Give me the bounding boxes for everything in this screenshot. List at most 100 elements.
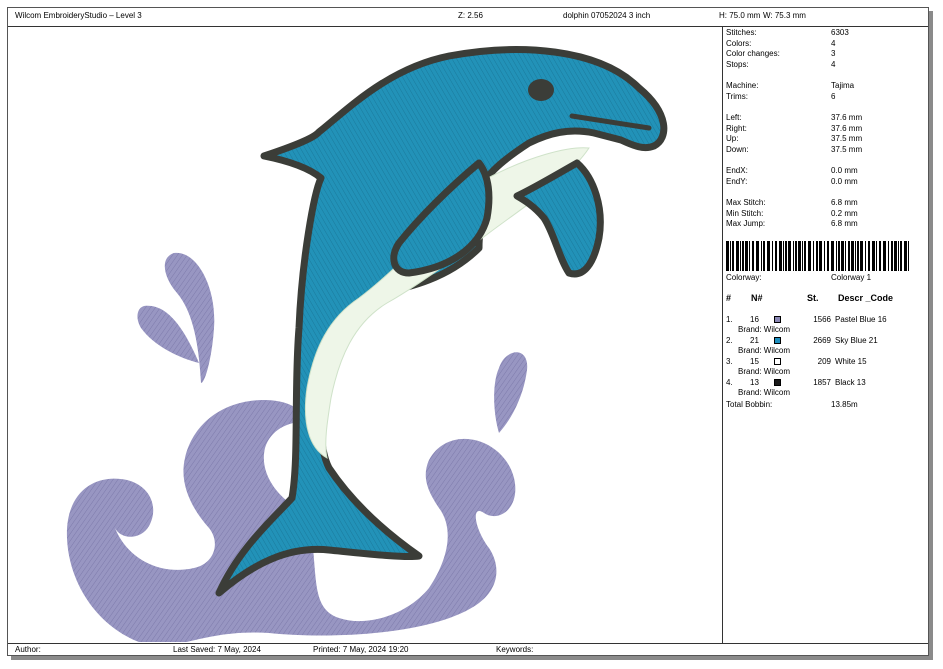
thread-index: 1. <box>726 315 733 324</box>
thread-color-swatch <box>774 379 781 386</box>
stitches-label: Stitches: <box>726 28 757 37</box>
machine-label: Machine: <box>726 81 759 90</box>
thread-brand: Brand: Wilcom <box>738 367 791 376</box>
thread-index: 3. <box>726 357 733 366</box>
barcode-bar <box>894 241 897 271</box>
total-bobbin-value: 13.85m <box>831 400 858 409</box>
max-jump-value: 6.8 mm <box>831 219 858 228</box>
thread-brand: Brand: Wilcom <box>738 346 791 355</box>
thread-description: Sky Blue 21 <box>835 336 878 345</box>
thread-number: 21 <box>750 336 759 345</box>
barcode-bar <box>767 241 770 271</box>
barcode-bar <box>779 241 782 271</box>
app-title: Wilcom EmbroideryStudio – Level 3 <box>15 11 142 20</box>
keywords-label: Keywords: <box>496 645 534 654</box>
dolphin-eye-shape <box>528 79 554 101</box>
colorway-label: Colorway: <box>726 273 762 282</box>
barcode-bar <box>793 241 794 271</box>
thread-description: Black 13 <box>835 378 866 387</box>
barcode-bar <box>752 241 754 271</box>
max-stitch-value: 6.8 mm <box>831 198 858 207</box>
up-value: 37.5 mm <box>831 134 863 143</box>
thread-col-index: # <box>726 293 732 303</box>
barcode-bar <box>904 241 907 271</box>
barcode-bar <box>908 241 909 271</box>
barcode-bar <box>865 241 866 271</box>
thread-color-swatch <box>774 337 781 344</box>
up-label: Up: <box>726 134 739 143</box>
stops-label: Stops: <box>726 60 749 69</box>
thread-stitches: 1566 <box>813 315 831 324</box>
barcode-bar <box>804 241 806 271</box>
colors-label: Colors: <box>726 39 752 48</box>
barcode-bar <box>756 241 759 271</box>
thread-brand: Brand: Wilcom <box>738 388 791 397</box>
barcode-bar <box>836 241 837 271</box>
thread-brand: Brand: Wilcom <box>738 325 791 334</box>
left-label: Left: <box>726 113 742 122</box>
thread-stitches: 209 <box>817 357 831 366</box>
right-drop-shape <box>494 352 528 433</box>
barcode-bar <box>860 241 863 271</box>
thread-stitches: 2669 <box>813 336 831 345</box>
endy-label: EndY: <box>726 177 748 186</box>
max-stitch-label: Max Stitch: <box>726 198 766 207</box>
min-stitch-value: 0.2 mm <box>831 209 858 218</box>
barcode-bar <box>740 241 741 271</box>
right-value: 37.6 mm <box>831 124 863 133</box>
thread-number: 13 <box>750 378 759 387</box>
barcode-bar <box>813 241 814 271</box>
barcode-bar <box>857 241 859 271</box>
endx-value: 0.0 mm <box>831 166 858 175</box>
max-jump-label: Max Jump: <box>726 219 766 228</box>
min-stitch-label: Min Stitch: <box>726 209 764 218</box>
thread-description: Pastel Blue 16 <box>835 315 887 324</box>
color-changes-label: Color changes: <box>726 49 780 58</box>
design-width: W: 75.3 mm <box>763 11 806 20</box>
thread-color-swatch <box>774 316 781 323</box>
header-divider <box>8 26 928 27</box>
barcode-bar <box>736 241 739 271</box>
barcode-bar <box>798 241 801 271</box>
barcode-bar <box>888 241 889 271</box>
barcode-bar <box>868 241 870 271</box>
endx-label: EndX: <box>726 166 748 175</box>
embroidery-design <box>66 46 668 642</box>
zoom-level: Z: 2.56 <box>458 11 483 20</box>
barcode-bar <box>845 241 846 271</box>
design-name: dolphin 07052024 3 inch <box>563 11 651 20</box>
barcode-bar <box>802 241 803 271</box>
barcode-bar <box>761 241 762 271</box>
thread-index: 4. <box>726 378 733 387</box>
thread-number: 16 <box>750 315 759 324</box>
thread-description: White 15 <box>835 357 867 366</box>
barcode-bar <box>742 241 744 271</box>
last-saved: Last Saved: 7 May, 2024 <box>173 645 261 654</box>
barcode-bar <box>808 241 811 271</box>
endy-value: 0.0 mm <box>831 177 858 186</box>
barcode-bar <box>816 241 818 271</box>
barcode-bar <box>775 241 777 271</box>
thread-index: 2. <box>726 336 733 345</box>
barcode-bar <box>851 241 854 271</box>
author-label: Author: <box>15 645 41 654</box>
barcode-bar <box>831 241 834 271</box>
barcode-bar <box>732 241 734 271</box>
thread-number: 15 <box>750 357 759 366</box>
barcode-bar <box>824 241 825 271</box>
right-label: Right: <box>726 124 747 133</box>
colorway-value: Colorway 1 <box>831 273 872 282</box>
thread-color-swatch <box>774 358 781 365</box>
barcode-bar <box>848 241 850 271</box>
barcode-bar <box>749 241 750 271</box>
thread-col-stitches: St. <box>807 293 819 303</box>
barcode-bar <box>891 241 893 271</box>
barcode-bar <box>876 241 877 271</box>
sheet-shadow-bottom <box>11 656 933 660</box>
footer-divider <box>8 643 928 644</box>
sheet-shadow-right <box>929 11 933 660</box>
thread-col-number: N# <box>751 293 763 303</box>
barcode-bar <box>883 241 886 271</box>
barcode-bar <box>763 241 765 271</box>
thread-col-description: Descr _Code <box>838 293 894 303</box>
